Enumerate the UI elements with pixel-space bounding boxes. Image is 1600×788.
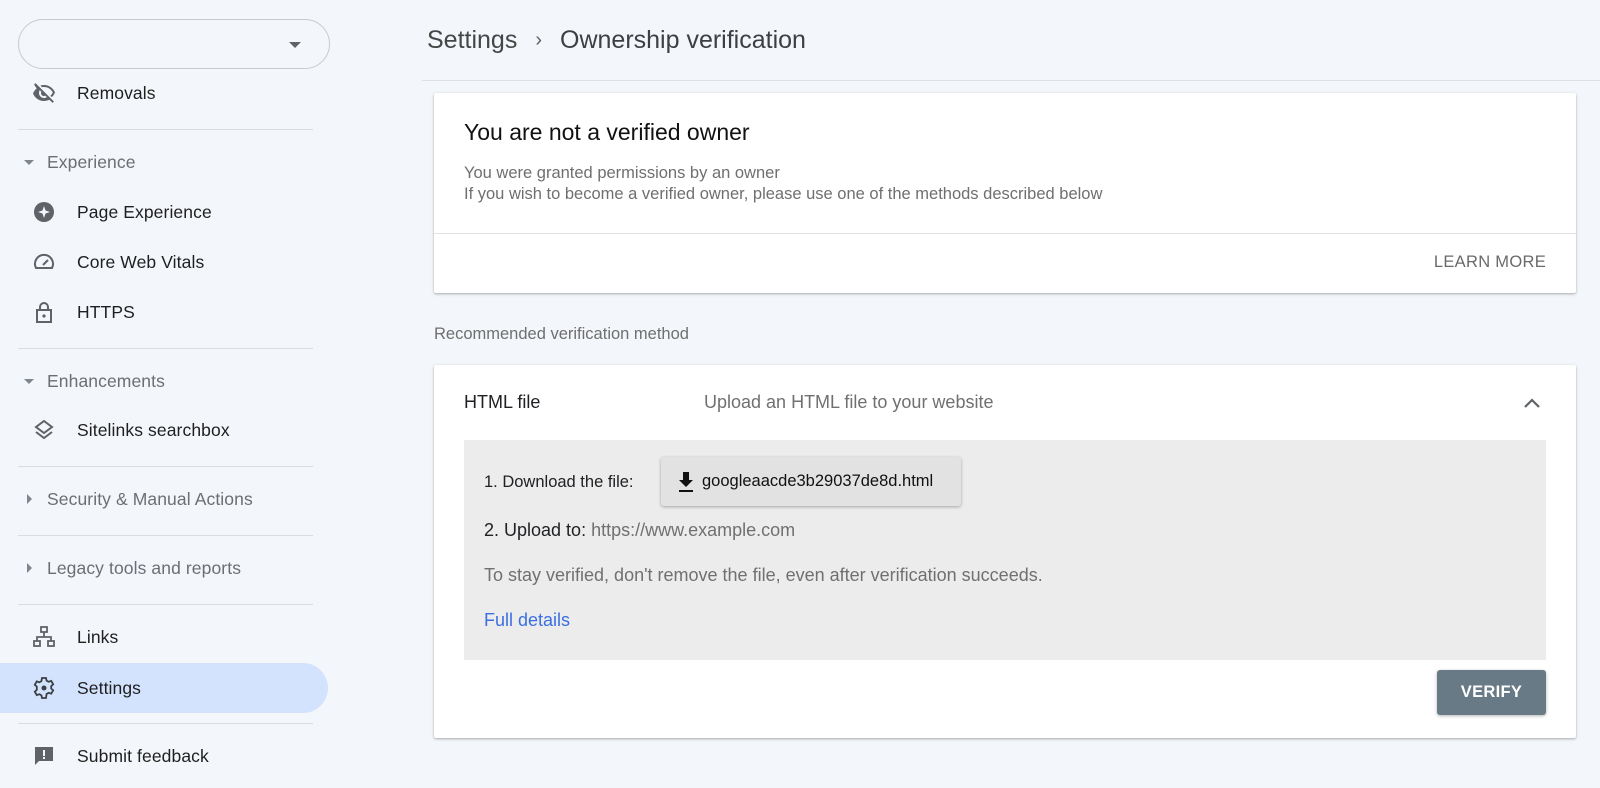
chevron-right-icon: ›: [535, 29, 543, 51]
section-experience[interactable]: Experience: [0, 142, 320, 182]
sidebar-item-label: Sitelinks searchbox: [77, 419, 230, 440]
divider: [18, 723, 313, 724]
download-file-button[interactable]: googleaacde3b29037de8d.html: [661, 457, 961, 506]
chevron-up-icon[interactable]: [1518, 389, 1546, 417]
recommended-method-label: Recommended verification method: [434, 325, 689, 343]
step-upload-label: 2. Upload to:: [484, 520, 587, 540]
speedometer-icon: [32, 250, 56, 274]
full-details-link[interactable]: Full details: [484, 610, 570, 631]
eye-off-icon: [32, 81, 56, 105]
step-upload: 2. Upload to: https://www.example.com: [484, 520, 795, 541]
sidebar-item-label: Settings: [77, 677, 142, 698]
ownership-status-title: You are not a verified owner: [464, 119, 750, 145]
file-name: googleaacde3b29037de8d.html: [702, 472, 934, 490]
upload-url: https://www.example.com: [591, 520, 796, 540]
gear-icon: [32, 676, 56, 700]
stay-verified-note: To stay verified, don't remove the file,…: [484, 565, 1043, 585]
sidebar-item-label: HTTPS: [77, 301, 135, 322]
layers-icon: [32, 418, 56, 442]
section-label: Enhancements: [47, 370, 165, 391]
breadcrumb: Settings › Ownership verification: [427, 26, 806, 55]
method-instructions: 1. Download the file: googleaacde3b29037…: [464, 440, 1546, 660]
section-label: Experience: [47, 151, 136, 172]
sidebar-item-label: Core Web Vitals: [77, 251, 205, 272]
feedback-icon: [32, 744, 56, 768]
divider: [18, 466, 313, 467]
sidebar-item-label: Links: [77, 626, 119, 647]
sidebar-item-core-web-vitals[interactable]: Core Web Vitals: [0, 237, 328, 287]
divider: [18, 604, 313, 605]
section-security-manual-actions[interactable]: Security & Manual Actions: [0, 479, 320, 519]
ownership-status-card: You are not a verified owner You were gr…: [434, 93, 1576, 293]
sidebar-item-sitelinks-searchbox[interactable]: Sitelinks searchbox: [0, 405, 328, 455]
divider: [18, 129, 313, 130]
section-label: Legacy tools and reports: [47, 557, 242, 578]
divider: [18, 348, 313, 349]
verification-method-card: HTML file Upload an HTML file to your we…: [434, 365, 1576, 738]
section-label: Security & Manual Actions: [47, 488, 253, 509]
caret-down-icon: [24, 379, 34, 384]
page-title: Ownership verification: [560, 26, 806, 54]
sidebar-item-page-experience[interactable]: Page Experience: [0, 187, 328, 237]
method-title: HTML file: [464, 392, 541, 412]
card-divider: [434, 233, 1576, 234]
sidebar-item-settings[interactable]: Settings: [0, 663, 328, 713]
verify-button[interactable]: VERIFY: [1437, 670, 1546, 715]
page-experience-icon: [32, 200, 56, 224]
section-legacy-tools[interactable]: Legacy tools and reports: [0, 548, 320, 588]
sidebar-item-label: Submit feedback: [77, 745, 209, 766]
caret-down-icon: [24, 160, 34, 165]
sidebar-item-submit-feedback[interactable]: Submit feedback: [0, 731, 328, 781]
sidebar-item-label: Removals: [77, 82, 156, 103]
divider: [18, 535, 313, 536]
sidebar-item-links[interactable]: Links: [0, 612, 328, 662]
property-selector[interactable]: [18, 19, 330, 69]
caret-right-icon: [27, 563, 32, 573]
sidebar-item-label: Page Experience: [77, 201, 212, 222]
description-line: If you wish to become a verified owner, …: [464, 185, 1103, 203]
sidebar-item-https[interactable]: HTTPS: [0, 287, 328, 337]
caret-right-icon: [27, 494, 32, 504]
breadcrumb-settings[interactable]: Settings: [427, 26, 517, 55]
learn-more-button[interactable]: LEARN MORE: [1434, 253, 1546, 272]
description-line: You were granted permissions by an owner: [464, 164, 780, 182]
header-divider: [422, 80, 1600, 81]
lock-icon: [32, 300, 56, 324]
download-icon: [679, 471, 693, 492]
method-subtitle: Upload an HTML file to your website: [704, 392, 994, 412]
chevron-down-icon: [289, 42, 301, 48]
sitemap-icon: [32, 625, 56, 649]
step-download-label: 1. Download the file:: [484, 473, 634, 491]
sidebar-item-removals[interactable]: Removals: [0, 68, 328, 118]
ownership-status-description: You were granted permissions by an owner…: [464, 163, 1102, 205]
section-enhancements[interactable]: Enhancements: [0, 361, 320, 401]
sidebar: Removals Experience Page Experience Core…: [0, 0, 340, 788]
